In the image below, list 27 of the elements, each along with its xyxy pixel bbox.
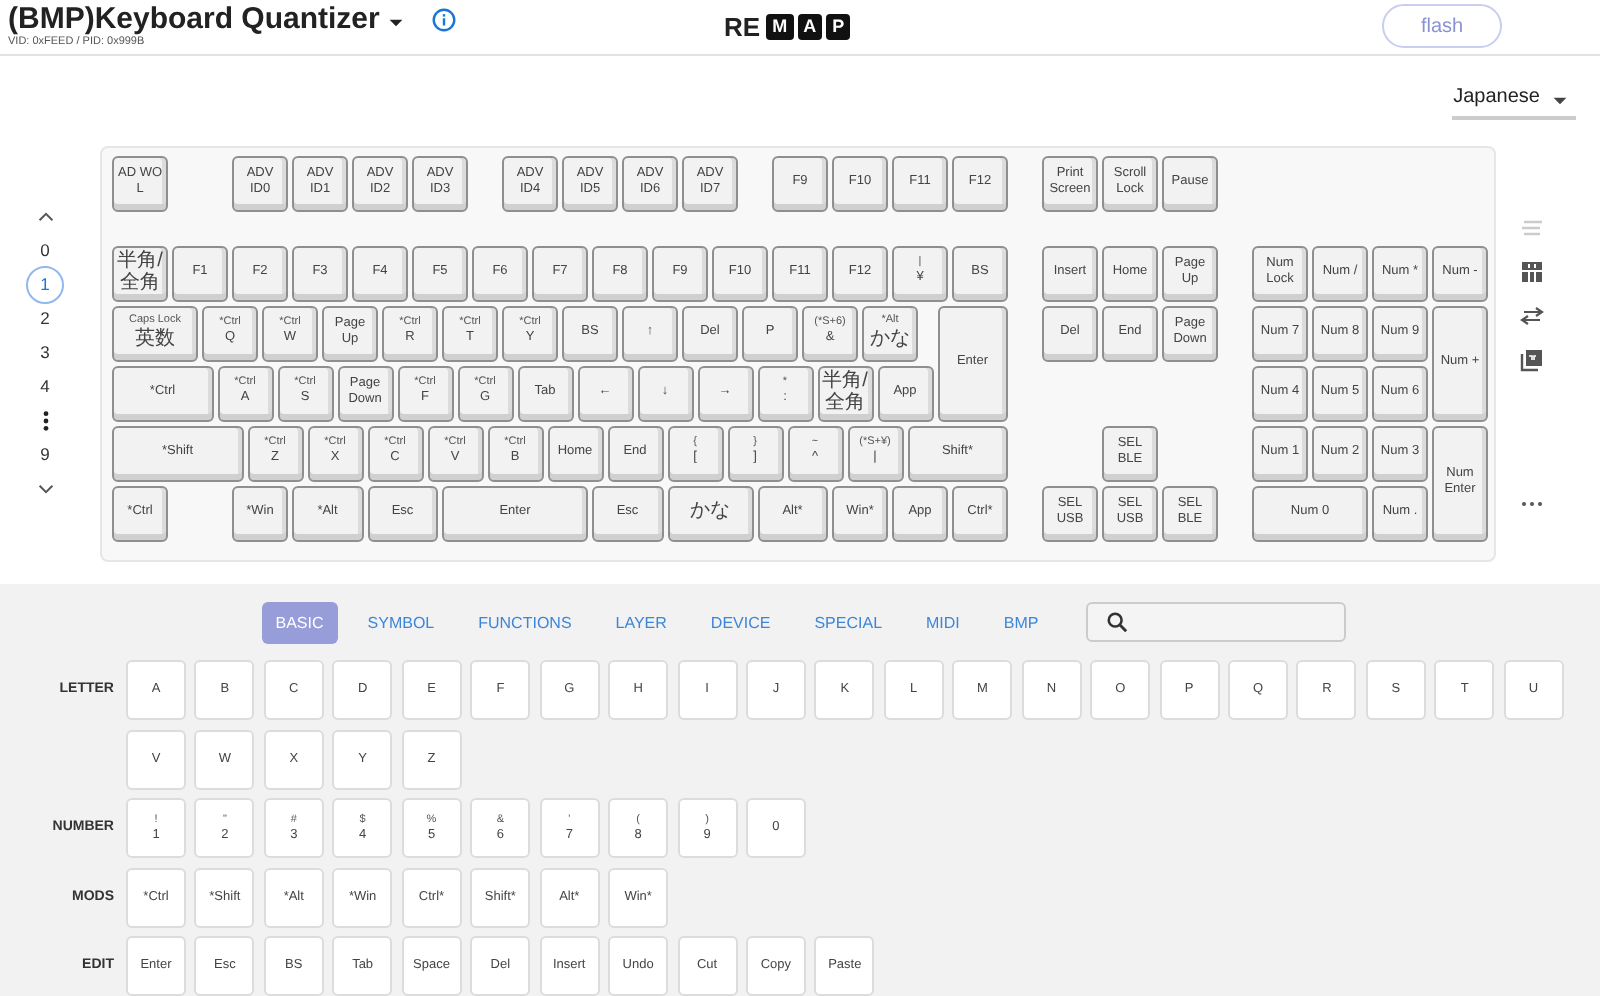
search-field[interactable] (1086, 602, 1347, 642)
keyboard-title[interactable]: (BMP)Keyboard Quantizer (8, 2, 380, 37)
info-icon[interactable] (431, 7, 456, 32)
chevron-up-icon[interactable] (37, 211, 53, 222)
vertical-dots-icon[interactable] (41, 409, 49, 432)
logo-text: RE (724, 11, 761, 42)
layer-button[interactable]: 1 (26, 265, 64, 304)
logo-letter-tile: P (826, 13, 851, 40)
keycap[interactable]: 半角/全角 (112, 245, 168, 302)
pdf-icon[interactable] (1520, 347, 1544, 372)
layer-button[interactable]: 4 (28, 369, 62, 404)
keycap[interactable]: 半角/全角 (817, 365, 873, 422)
search-icon (1106, 610, 1129, 634)
grid-icon[interactable] (1520, 259, 1544, 284)
layer-button[interactable]: 0 (28, 233, 62, 268)
layer-button[interactable]: 9 (28, 437, 62, 472)
more-icon[interactable] (1520, 499, 1544, 508)
language-dropdown[interactable]: Japanese (1451, 83, 1576, 120)
caret-icon[interactable] (387, 17, 404, 28)
swap-arrows-icon[interactable] (1520, 303, 1544, 328)
layer-button[interactable]: 3 (28, 335, 62, 370)
chevron-down-icon[interactable] (37, 483, 53, 494)
caret-icon[interactable] (1552, 95, 1568, 106)
keycap[interactable]: かな (667, 485, 753, 542)
logo-letter-tile: M (766, 13, 794, 40)
layer-button[interactable]: 2 (28, 301, 62, 336)
logo-letter-tile: A (797, 13, 823, 40)
